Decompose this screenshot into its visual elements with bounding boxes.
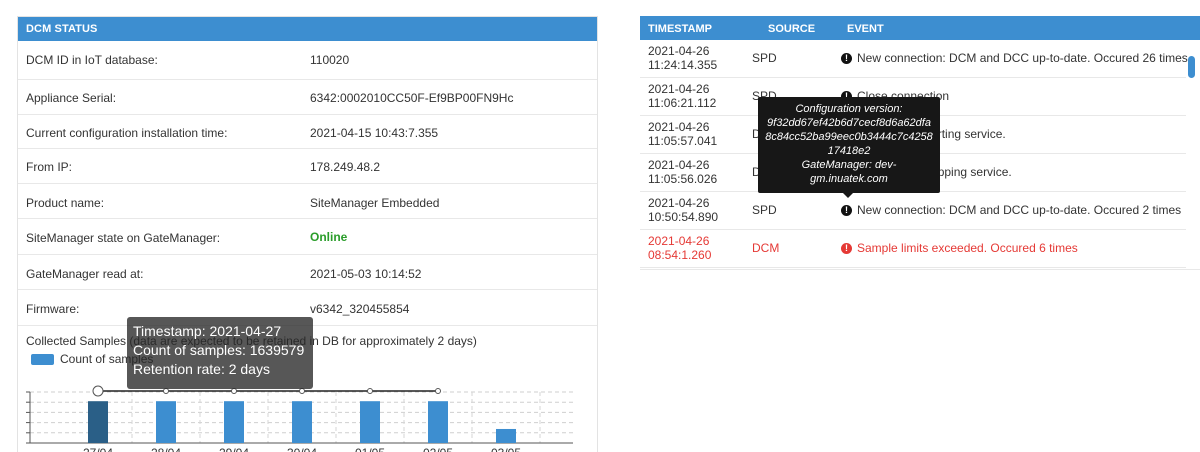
retention-point [163,388,169,394]
retention-point [299,388,305,394]
info-row-from-ip: From IP: 178.249.48.2 [18,149,597,184]
event-source: SPD [752,51,777,65]
info-row-dcm-id: DCM ID in IoT database: 110020 [18,41,597,80]
info-row-sitemanager-state: SiteManager state on GateManager: Online [18,219,597,255]
event-time: 11:06:21.112 [648,96,717,110]
tooltip-line: gm.inuatek.com [810,173,888,185]
event-timestamp: 2021-04-26 11:06:21.112 [648,82,748,110]
event-date: 2021-04-26 [648,44,710,58]
event-date: 2021-04-26 [648,196,710,210]
event-time: 11:24:14.355 [648,58,718,72]
x-tick-label: 28/04 [151,446,181,452]
chart-tooltip: Timestamp: 2021-04-27 Count of samples: … [127,317,313,389]
exclamation-circle-icon[interactable]: ! [841,242,852,254]
info-label: Appliance Serial: [26,91,117,105]
event-date: 2021-04-26 [648,158,710,172]
tooltip-retention: Retention rate: 2 days [133,361,270,377]
event-message: ! Sample limits exceeded. Occured 6 times [841,241,1078,255]
event-timestamp: 2021-04-26 10:50:54.890 [648,196,748,224]
column-header-source[interactable]: SOURCE [768,23,815,35]
retention-point [92,385,104,397]
event-timestamp: 2021-04-26 11:24:14.355 [648,44,748,72]
x-tick-label: 27/04 [83,446,113,452]
info-label: Product name: [26,196,105,210]
event-date: 2021-04-26 [648,234,710,248]
event-row[interactable]: 2021-04-26 08:54:1.260 DCM! Sample limits e… [640,230,1186,268]
status-online-badge: Online [310,230,348,244]
retention-point [231,388,237,394]
info-label: From IP: [26,160,73,174]
info-label: Firmware: [26,302,80,316]
info-value: 178.249.48.2 [310,160,381,174]
events-header: TIMESTAMP SOURCE EVENT [640,16,1200,40]
info-value: 110020 [310,53,350,67]
info-value: 6342:0002010CC50F-Ef9BP00FN9Hc [310,91,514,105]
event-time: 11:05:57.041 [648,134,718,148]
retention-point [435,388,441,394]
event-text: New connection: DCM and DCC up-to-date. … [857,203,1182,217]
tooltip-line: 17418e2 [827,145,871,157]
exclamation-circle-icon[interactable]: ! [841,52,852,64]
event-source: DCM [752,241,780,255]
tooltip-timestamp: Timestamp: 2021-04-27 [133,323,282,339]
info-value: v6342_320455854 [310,302,410,316]
config-tooltip: Configuration version: 9f32dd67ef42b6d7c… [758,97,940,193]
x-tick-label: 03/05 [491,446,521,452]
chart-bar [156,401,176,443]
tooltip-line: 9f32dd67ef42b6d7cecf8d6a62dfa [767,117,931,129]
event-message: ! New connection: DCM and DCC up-to-date.… [841,51,1188,65]
chart-bar [292,401,312,443]
info-row-gatemanager-read: GateManager read at: 2021-05-03 10:14:52 [18,255,597,290]
info-row-config-time: Current configuration installation time:… [18,115,597,149]
info-value: 2021-05-03 10:14:52 [310,267,422,281]
x-tick-label: 30/04 [287,446,317,452]
event-message: ! New connection: DCM and DCC up-to-date.… [841,203,1181,217]
info-label: SiteManager state on GateManager: [26,231,221,245]
chart-bar [360,401,380,443]
dcm-status-panel: DCM STATUS DCM ID in IoT database: 11002… [17,16,598,452]
chart-bar [428,401,448,443]
info-row-appliance-serial: Appliance Serial: 6342:0002010CC50F-Ef9B… [18,80,597,115]
event-timestamp: 2021-04-26 11:05:57.041 [648,120,748,148]
event-timestamp: 2021-04-26 11:05:56.026 [648,158,748,186]
event-time: 10:50:54.890 [648,210,719,224]
info-row-product-name: Product name: SiteManager Embedded [18,184,597,219]
chart-bar [224,401,244,443]
x-tick-label: 29/04 [219,446,249,452]
info-label: Current configuration installation time: [26,126,228,140]
tooltip-line: 8c84cc52ba99eec0b3444c7c4258 [765,131,933,143]
chart-bar [496,428,516,443]
event-time: 08:54:1.260 [648,248,712,262]
event-text: New connection: DCM and DCC up-to-date. … [857,51,1188,65]
info-value: SiteManager Embedded [310,196,440,210]
event-time: 11:05:56.026 [648,172,718,186]
tooltip-line: GateManager: dev- [801,159,897,171]
scrollbar-thumb[interactable] [1188,56,1195,78]
info-label: GateManager read at: [26,267,144,281]
x-tick-label: 02/05 [423,446,453,452]
tooltip-line: Configuration version: [795,103,903,115]
chart-bar [88,401,108,443]
column-header-event[interactable]: EVENT [847,23,884,35]
event-date: 2021-04-26 [648,82,710,96]
event-text: Sample limits exceeded. Occured 6 times [857,241,1078,255]
event-row[interactable]: 2021-04-26 10:50:54.890 SPD! New connection… [640,192,1186,230]
retention-point [367,388,373,394]
tooltip-arrow [843,193,853,198]
dcm-status-title: DCM STATUS [18,17,597,41]
tooltip-count: Count of samples: 1639579 [133,342,305,358]
exclamation-circle-icon[interactable]: ! [841,204,852,216]
event-timestamp: 2021-04-26 08:54:1.260 [648,234,748,262]
x-tick-label: 01/05 [355,446,385,452]
event-row[interactable]: 2021-04-26 11:24:14.355 SPD! New connection… [640,40,1188,78]
info-value: 2021-04-15 10:43:7.355 [310,126,439,140]
column-header-timestamp[interactable]: TIMESTAMP [648,23,712,35]
event-source: SPD [752,203,777,217]
info-label: DCM ID in IoT database: [26,53,158,67]
event-date: 2021-04-26 [648,120,710,134]
